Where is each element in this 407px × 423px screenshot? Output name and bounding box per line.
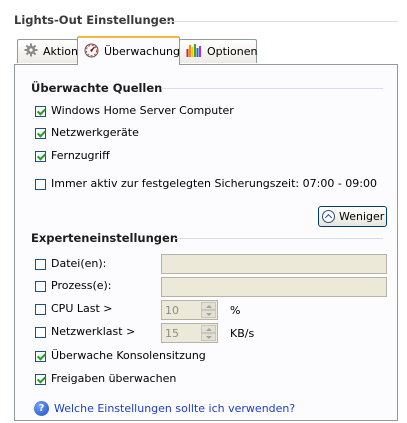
monitored-sources-divider bbox=[161, 88, 383, 89]
checkbox-remote-access[interactable] bbox=[35, 151, 46, 162]
cpu-load-down-button[interactable] bbox=[201, 310, 216, 318]
tab-aktion[interactable]: Aktion bbox=[17, 39, 78, 63]
network-load-down-button[interactable] bbox=[201, 333, 216, 341]
tab-panel-ueberwachung: Überwachte Quellen Windows Home Server C… bbox=[14, 64, 398, 421]
files-input[interactable] bbox=[161, 254, 387, 274]
tab-aktion-label: Aktion bbox=[43, 45, 78, 58]
processes-input[interactable] bbox=[161, 277, 387, 297]
cpu-load-stepper[interactable]: 10 bbox=[161, 300, 218, 320]
checkbox-cpu-load-label: CPU Last > bbox=[51, 302, 113, 315]
bar-chart-icon bbox=[186, 43, 202, 60]
tab-ueberwachung[interactable]: Überwachung bbox=[77, 36, 180, 65]
checkbox-processes[interactable] bbox=[35, 281, 46, 292]
checkbox-whs-computer-label: Windows Home Server Computer bbox=[51, 104, 234, 117]
title-divider bbox=[162, 21, 398, 22]
expert-settings-divider bbox=[173, 238, 383, 239]
checkbox-backup-time-label: Immer aktiv zur festgelegten Sicherungsz… bbox=[51, 177, 377, 190]
checkbox-network-load[interactable] bbox=[35, 327, 46, 338]
cpu-load-unit: % bbox=[230, 304, 241, 317]
less-button-label: Weniger bbox=[339, 210, 385, 223]
checkbox-processes-label: Prozess(e): bbox=[51, 279, 112, 292]
checkbox-console-session[interactable] bbox=[35, 351, 46, 362]
network-load-stepper[interactable]: 15 bbox=[161, 323, 218, 343]
checkbox-network-devices-label: Netzwerkgeräte bbox=[51, 126, 139, 139]
checkbox-backup-time[interactable] bbox=[35, 179, 46, 190]
checkbox-network-devices[interactable] bbox=[35, 128, 46, 139]
gauge-icon bbox=[84, 43, 99, 61]
checkbox-network-load-label: Netzwerklast > bbox=[51, 325, 136, 338]
network-load-unit: KB/s bbox=[230, 327, 255, 340]
cpu-load-up-button[interactable] bbox=[201, 302, 216, 310]
checkbox-files-label: Datei(en): bbox=[51, 257, 107, 270]
less-button[interactable]: Weniger bbox=[318, 206, 387, 227]
page-title: Lights-Out Einstellungen bbox=[14, 13, 175, 27]
tab-optionen-label: Optionen bbox=[207, 45, 258, 58]
gear-icon bbox=[24, 43, 38, 60]
checkbox-shares[interactable] bbox=[35, 374, 46, 385]
checkbox-remote-access-label: Fernzugriff bbox=[51, 149, 110, 162]
checkbox-files[interactable] bbox=[35, 259, 46, 270]
tab-optionen[interactable]: Optionen bbox=[179, 39, 257, 63]
chevron-up-icon bbox=[322, 210, 335, 223]
checkbox-shares-label: Freigaben überwachen bbox=[51, 372, 177, 385]
tab-ueberwachung-label: Überwachung bbox=[104, 45, 181, 58]
network-load-value: 15 bbox=[165, 327, 179, 340]
help-icon: ? bbox=[34, 401, 49, 416]
checkbox-whs-computer[interactable] bbox=[35, 106, 46, 117]
network-load-up-button[interactable] bbox=[201, 325, 216, 333]
cpu-load-value: 10 bbox=[165, 304, 179, 317]
checkbox-cpu-load[interactable] bbox=[35, 304, 46, 315]
checkbox-console-session-label: Überwache Konsolensitzung bbox=[51, 349, 206, 362]
monitored-sources-title: Überwachte Quellen bbox=[31, 81, 163, 95]
expert-settings-title: Experteneinstellungen bbox=[31, 231, 179, 245]
help-link[interactable]: Welche Einstellungen sollte ich verwende… bbox=[54, 402, 295, 415]
